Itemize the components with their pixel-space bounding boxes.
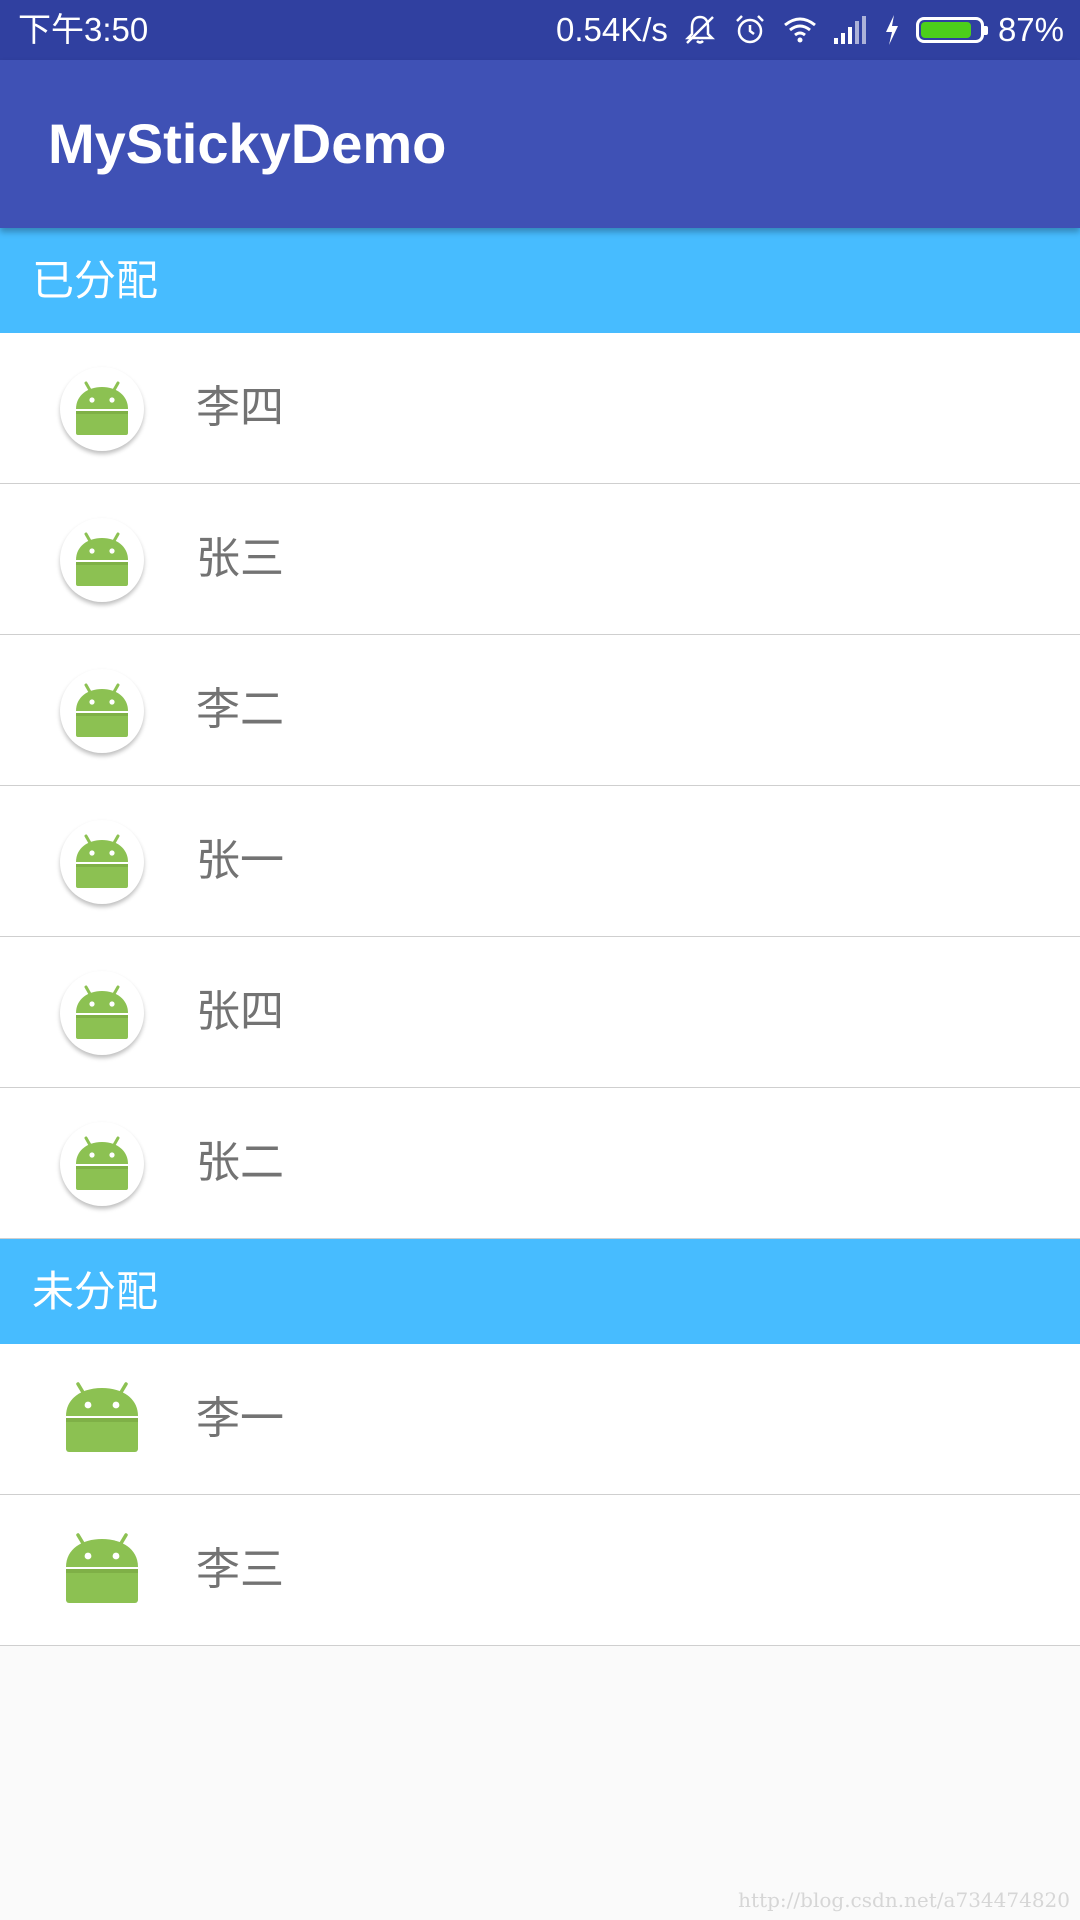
list-item-name: 李四 <box>196 382 284 433</box>
app-bar: MyStickyDemo <box>0 60 1080 228</box>
list-item[interactable]: 张一 <box>0 786 1080 937</box>
list-item-name: 李二 <box>196 684 284 735</box>
section-header-label: 未分配 <box>32 1267 159 1316</box>
android-avatar-icon <box>60 367 144 451</box>
section-header-label: 已分配 <box>32 256 159 305</box>
list-item-name: 张三 <box>196 533 284 584</box>
network-speed: 0.54K/s <box>556 11 668 48</box>
list-item-name: 张一 <box>196 835 284 886</box>
alarm-icon <box>732 12 768 48</box>
signal-icon <box>832 12 868 48</box>
list-item[interactable]: 张二 <box>0 1088 1080 1239</box>
list-item[interactable]: 李二 <box>0 635 1080 786</box>
android-avatar-icon <box>60 1122 144 1206</box>
list-item[interactable]: 李四 <box>0 333 1080 484</box>
android-avatar-icon <box>60 1529 144 1613</box>
app-title: MyStickyDemo <box>48 112 447 175</box>
status-bar: 下午3:50 0.54K/s 87% <box>0 0 1080 60</box>
status-icons: 0.54K/s 87% <box>556 0 1064 60</box>
charging-icon <box>882 12 902 48</box>
list-item[interactable]: 李三 <box>0 1495 1080 1646</box>
battery-icon <box>915 17 988 43</box>
android-avatar-icon <box>60 971 144 1055</box>
section-header-unassigned: 未分配 <box>0 1239 1080 1344</box>
battery-percent: 87% <box>997 11 1064 48</box>
battery-level <box>920 22 971 38</box>
section-header-assigned: 已分配 <box>0 228 1080 333</box>
list-item-name: 李一 <box>196 1393 284 1444</box>
android-avatar-icon <box>60 518 144 602</box>
list-item[interactable]: 李一 <box>0 1344 1080 1495</box>
mute-bell-icon <box>682 12 718 48</box>
app-screen: 下午3:50 0.54K/s 87% MyStickyDemo 已分配 李四 张… <box>0 0 1080 1920</box>
status-time: 下午3:50 <box>18 11 149 48</box>
android-avatar-icon <box>60 820 144 904</box>
list-item-name: 李三 <box>196 1544 284 1595</box>
list-item[interactable]: 张三 <box>0 484 1080 635</box>
android-avatar-icon <box>60 669 144 753</box>
list-item-name: 张四 <box>196 986 284 1037</box>
watermark: http://blog.csdn.net/a734474820 <box>738 1888 1070 1912</box>
list-item-name: 张二 <box>196 1137 284 1188</box>
wifi-icon <box>782 12 818 48</box>
list-item[interactable]: 张四 <box>0 937 1080 1088</box>
android-avatar-icon <box>60 1378 144 1462</box>
sticky-list[interactable]: 已分配 李四 张三 李二 张一 张四 张二 未分配 李一 李三 <box>0 228 1080 1646</box>
